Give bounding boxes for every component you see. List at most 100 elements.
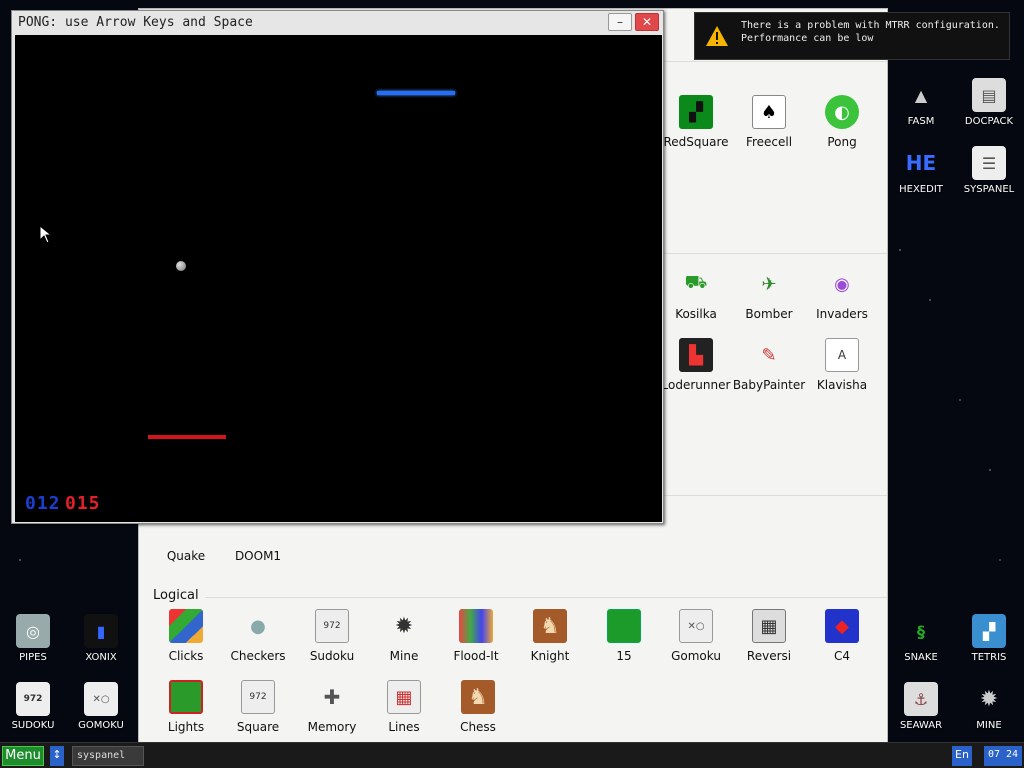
app-kosilka[interactable]: ⛟ Kosilka: [659, 267, 733, 321]
app-flood-it[interactable]: Flood-It: [439, 609, 513, 663]
airplane-icon: ✈: [761, 273, 777, 295]
desktop-icon-docpack[interactable]: ▤ DOCPACK: [956, 78, 1022, 127]
mtrr-warning-notification[interactable]: There is a problem with MTRR configurati…: [694, 12, 1010, 60]
pong-window: PONG: use Arrow Keys and Space – ✕ 012 0…: [11, 10, 664, 524]
fasm-icon: ▲: [914, 85, 928, 105]
tetris-icon: ▞: [972, 614, 1006, 648]
seawar-icon: ⚓: [904, 682, 938, 716]
app-sudoku[interactable]: 972 Sudoku: [295, 609, 369, 663]
task-switch-arrow-icon[interactable]: ↕: [50, 746, 64, 766]
menu-button[interactable]: Menu: [2, 746, 44, 766]
bottom-paddle: [148, 435, 226, 439]
score-blue: 012: [25, 493, 61, 514]
app-redsquare[interactable]: ▞ RedSquare: [659, 95, 733, 149]
clock[interactable]: 07 24: [984, 746, 1022, 766]
desktop-icon-label: PIPES: [19, 652, 47, 663]
reversi-icon: ▦: [752, 609, 786, 643]
app-invaders[interactable]: ◉ Invaders: [805, 267, 879, 322]
app-label: Checkers: [230, 649, 286, 663]
desktop-icon-label: HEXEDIT: [899, 184, 943, 195]
app-lines[interactable]: ▦ Lines: [367, 680, 441, 734]
redsquare-icon: ▞: [679, 95, 713, 129]
snake-icon: §: [917, 621, 925, 641]
desktop-icon-tetris[interactable]: ▞ TETRIS: [956, 614, 1022, 663]
ball: [176, 261, 186, 271]
app-loderunner[interactable]: ▙ Loderunner: [659, 338, 733, 392]
app-doom1[interactable]: DOOM1: [221, 523, 295, 563]
app-mine[interactable]: ✹ Mine: [367, 609, 441, 664]
warning-icon: [706, 26, 728, 46]
gomoku-icon: ✕○: [84, 682, 118, 716]
app-label: Quake: [166, 549, 206, 563]
app-memory[interactable]: ✚ Memory: [295, 680, 369, 734]
taskbar-item-syspanel[interactable]: syspanel: [72, 746, 144, 766]
lights-icon: [169, 680, 203, 714]
app-15[interactable]: 15: [587, 609, 661, 663]
desktop-icon-label: GOMOKU: [78, 720, 124, 731]
app-babypainter[interactable]: ✎ BabyPainter: [732, 338, 806, 393]
app-clicks[interactable]: Clicks: [149, 609, 223, 663]
desktop-icon-pipes[interactable]: ◎ PIPES: [0, 614, 66, 663]
app-label: Mine: [389, 649, 419, 663]
top-paddle: [377, 91, 455, 95]
desktop-icon-label: DOCPACK: [964, 116, 1014, 127]
desktop-icon-label: SYSPANEL: [963, 184, 1015, 195]
notification-line: There is a problem with MTRR configurati…: [741, 20, 1000, 31]
c4-icon: ◆: [825, 609, 859, 643]
desktop-icon-snake[interactable]: § SNAKE: [888, 614, 954, 664]
app-label: BabyPainter: [732, 378, 806, 392]
app-checkers[interactable]: ● Checkers: [221, 609, 295, 664]
taskbar: Menu ↕ syspanel En 07 24: [0, 742, 1024, 768]
app-label: Flood-It: [453, 649, 499, 663]
square-icon: 972: [241, 680, 275, 714]
app-square[interactable]: 972 Square: [221, 680, 295, 734]
app-bomber[interactable]: ✈ Bomber: [732, 267, 806, 322]
desktop-icon-sudoku[interactable]: 972 SUDOKU: [0, 682, 66, 731]
app-label: Invaders: [816, 307, 868, 321]
app-lights[interactable]: Lights: [149, 680, 223, 734]
desktop-icon-gomoku[interactable]: ✕○ GOMOKU: [68, 682, 134, 731]
app-reversi[interactable]: ▦ Reversi: [732, 609, 806, 663]
fifteen-puzzle-icon: [607, 609, 641, 643]
knight-icon: ♞: [533, 609, 567, 643]
app-gomoku[interactable]: ✕○ Gomoku: [659, 609, 733, 663]
app-chess[interactable]: ♞ Chess: [441, 680, 515, 734]
chess-knight-icon: ♞: [461, 680, 495, 714]
app-label: Chess: [460, 720, 496, 734]
key-icon: A: [825, 338, 859, 372]
desktop-icon-fasm[interactable]: ▲ FASM: [888, 78, 954, 128]
flood-it-icon: [459, 609, 493, 643]
minimize-button[interactable]: –: [608, 13, 632, 31]
hexedit-icon: HE: [905, 151, 937, 175]
app-klavisha[interactable]: A Klavisha: [805, 338, 879, 392]
app-label: Klavisha: [816, 378, 868, 392]
pong-game-field[interactable]: 012 015: [15, 35, 662, 522]
desktop-icon-label: TETRIS: [971, 652, 1007, 663]
app-label: 15: [616, 649, 632, 663]
sudoku-icon: 972: [315, 609, 349, 643]
desktop-icon-mine[interactable]: ✹ MINE: [956, 682, 1022, 732]
menu-separator: [205, 597, 887, 598]
lawnmower-icon: ⛟: [684, 272, 708, 293]
mine-icon: ✹: [394, 613, 414, 639]
app-label: Loderunner: [661, 378, 731, 392]
sudoku-icon: 972: [16, 682, 50, 716]
desktop-icon-syspanel[interactable]: ☰ SYSPANEL: [956, 146, 1022, 195]
app-quake[interactable]: Quake: [149, 523, 223, 563]
close-button[interactable]: ✕: [635, 13, 659, 31]
desktop-icon-label: FASM: [907, 116, 935, 127]
language-indicator[interactable]: En: [952, 746, 972, 766]
clicks-icon: [169, 609, 203, 643]
doom-icon: [241, 523, 275, 543]
ufo-icon: ◉: [834, 273, 850, 295]
desktop-icon-xonix[interactable]: ▮ XONIX: [68, 614, 134, 663]
category-logical: Logical: [153, 588, 199, 603]
app-knight[interactable]: ♞ Knight: [513, 609, 587, 663]
app-pong[interactable]: ◐ Pong: [805, 95, 879, 149]
desktop-icon-seawar[interactable]: ⚓ SEAWAR: [888, 682, 954, 731]
mine-icon: ✹: [979, 686, 999, 712]
desktop-icon-hexedit[interactable]: HE HEXEDIT: [888, 146, 954, 195]
app-freecell[interactable]: ♠ Freecell: [732, 95, 806, 149]
quake-icon: [169, 523, 203, 543]
app-c4[interactable]: ◆ C4: [805, 609, 879, 663]
